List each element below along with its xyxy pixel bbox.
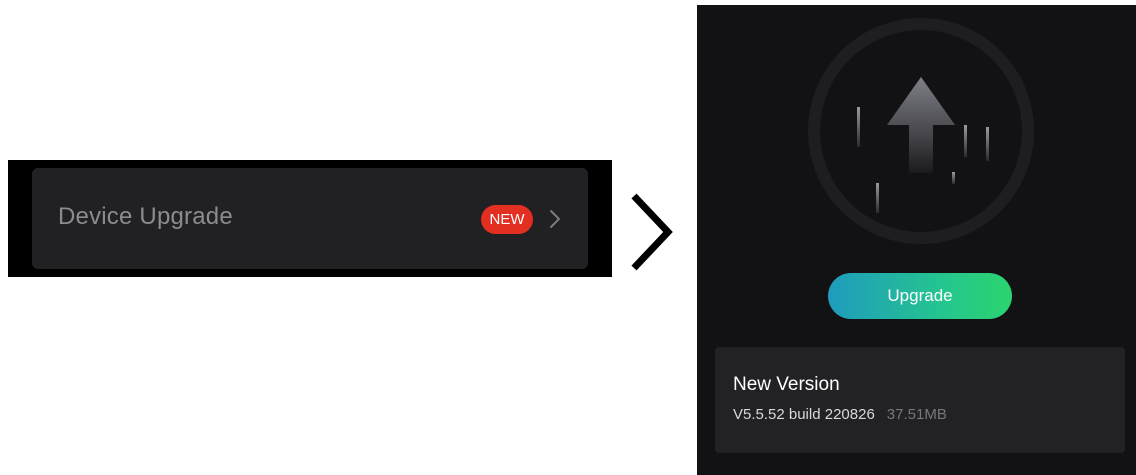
version-size: 37.51MB	[886, 406, 947, 423]
settings-panel: Device Upgrade NEW	[8, 160, 612, 277]
new-version-title: New Version	[733, 374, 840, 395]
new-version-card: New Version V5.5.52 build 220826 37.51MB	[715, 347, 1125, 453]
upgrade-button[interactable]: Upgrade	[828, 273, 1012, 319]
version-number: V5.5.52 build 220826	[733, 406, 875, 423]
device-upgrade-label: Device Upgrade	[58, 203, 233, 230]
device-upgrade-row[interactable]: Device Upgrade NEW	[32, 168, 588, 269]
chevron-right-icon	[550, 210, 560, 228]
comparison-stage: Device Upgrade NEW Upgrade New Version V…	[0, 0, 1136, 475]
upload-arrow-icon	[808, 18, 1034, 244]
version-meta: V5.5.52 build 220826 37.51MB	[733, 406, 947, 423]
new-badge: NEW	[481, 205, 533, 234]
transition-chevron-icon	[631, 193, 673, 271]
upgrade-screen: Upgrade New Version V5.5.52 build 220826…	[697, 5, 1136, 475]
